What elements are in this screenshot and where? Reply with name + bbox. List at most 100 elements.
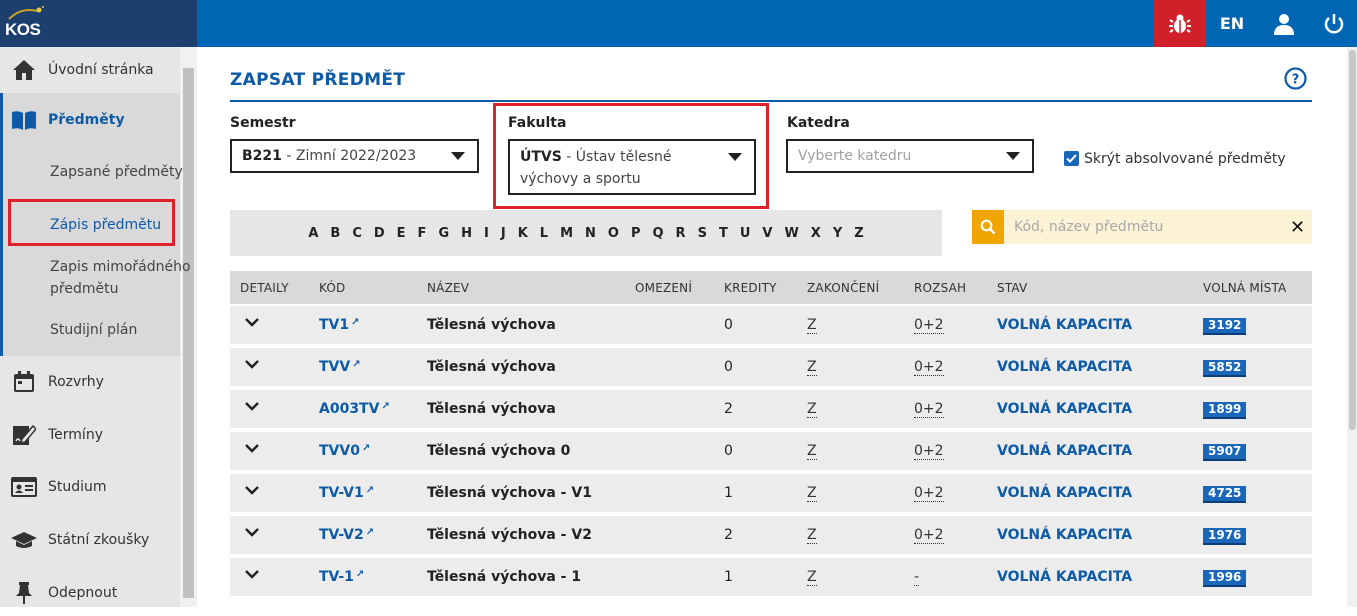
course-range[interactable]: 0+2 — [914, 527, 944, 544]
title-divider — [230, 100, 1312, 102]
sidebar-item-studium[interactable]: Studium — [0, 464, 180, 510]
alphabet-letter[interactable]: E — [391, 226, 412, 241]
search-icon[interactable] — [972, 210, 1004, 244]
semestr-select[interactable]: B221 - Zimní 2022/2023 — [230, 139, 479, 173]
hide-completed-label[interactable]: Skrýt absolvované předměty — [1084, 151, 1286, 167]
chevron-down-icon[interactable] — [245, 315, 259, 331]
course-completion[interactable]: Z — [807, 527, 817, 544]
chevron-down-icon[interactable] — [245, 441, 259, 457]
close-icon[interactable]: ✕ — [1290, 217, 1305, 238]
sidebar-item-label: Úvodní stránka — [48, 62, 154, 78]
course-status: VOLNÁ KAPACITA — [997, 359, 1133, 375]
header-kredity[interactable]: KREDITY — [724, 281, 777, 295]
sidebar-item-odepnout[interactable]: Odepnout — [0, 570, 180, 616]
course-completion[interactable]: Z — [807, 359, 817, 376]
hide-completed-checkbox[interactable] — [1064, 151, 1079, 166]
id-card-icon — [0, 477, 48, 497]
katedra-select[interactable]: Vyberte katedru — [786, 139, 1034, 173]
course-code-link[interactable]: TV-V1 ↗ — [319, 485, 374, 501]
alphabet-letter[interactable]: Z — [848, 226, 869, 241]
table-row: TV-V2 ↗ Tělesná výchova - V2 2 Z 0+2 VOLNÁ KAP… — [230, 516, 1312, 554]
course-range[interactable]: 0+2 — [914, 443, 944, 460]
user-button[interactable] — [1258, 0, 1310, 47]
course-completion[interactable]: Z — [807, 485, 817, 502]
header-omezeni: OMEZENÍ — [635, 281, 693, 295]
course-code-link[interactable]: TVV ↗ — [319, 359, 361, 375]
course-credits: 0 — [724, 317, 733, 333]
chevron-down-icon[interactable] — [245, 399, 259, 415]
course-status: VOLNÁ KAPACITA — [997, 527, 1133, 543]
logo[interactable]: KOS — [0, 0, 197, 47]
alphabet-letter[interactable]: B — [324, 226, 346, 241]
free-places-badge: 5852 — [1203, 360, 1247, 377]
page-scrollbar-thumb[interactable] — [1349, 50, 1356, 430]
course-completion[interactable]: Z — [807, 317, 817, 334]
alphabet-letter[interactable]: R — [670, 226, 692, 241]
course-code-link[interactable]: A003TV ↗ — [319, 401, 390, 417]
alphabet-letter[interactable]: F — [412, 226, 433, 241]
alphabet-letter[interactable]: V — [756, 226, 778, 241]
chevron-down-icon[interactable] — [245, 525, 259, 541]
help-icon[interactable]: ? — [1284, 67, 1307, 94]
course-range[interactable]: 0+2 — [914, 359, 944, 376]
alphabet-letter[interactable]: O — [602, 226, 625, 241]
course-name: Tělesná výchova - 1 — [427, 569, 582, 585]
language-button[interactable]: EN — [1206, 0, 1258, 47]
sidebar-scrollbar-thumb[interactable] — [183, 68, 194, 598]
sidebar-subitem-mimoradny[interactable]: Zapis mimořádného — [50, 256, 191, 278]
header-nazev[interactable]: NÁZEV — [427, 281, 469, 295]
course-range[interactable]: 0+2 — [914, 401, 944, 418]
sidebar-subitem-mimoradny-2[interactable]: předmětu — [50, 278, 118, 300]
logout-button[interactable] — [1310, 0, 1357, 47]
chevron-down-icon[interactable] — [245, 357, 259, 373]
alphabet-letter[interactable]: U — [734, 226, 757, 241]
course-range[interactable]: - — [914, 569, 920, 586]
sidebar-subitem-zapsane[interactable]: Zapsané předměty — [50, 161, 183, 183]
course-code-link[interactable]: TV-1 ↗ — [319, 569, 364, 585]
external-link-icon: ↗ — [352, 359, 361, 370]
alphabet-letter[interactable]: K — [512, 226, 534, 241]
alphabet-letter[interactable]: P — [625, 226, 647, 241]
alphabet-letter[interactable]: X — [805, 226, 827, 241]
course-name: Tělesná výchova - V2 — [427, 527, 592, 543]
alphabet-letter[interactable]: A — [302, 226, 324, 241]
alphabet-letter[interactable]: M — [554, 226, 579, 241]
sidebar-item-predmety[interactable]: Předměty — [0, 97, 180, 143]
alphabet-letter[interactable]: D — [368, 226, 391, 241]
sidebar-subitem-studijni-plan[interactable]: Studijní plán — [50, 319, 137, 341]
alphabet-letter[interactable]: T — [713, 226, 734, 241]
alphabet-letter[interactable]: N — [579, 226, 602, 241]
alphabet-letter[interactable]: Q — [646, 226, 669, 241]
sidebar-item-rozvrhy[interactable]: Rozvrhy — [0, 359, 180, 405]
chevron-down-icon — [451, 152, 465, 160]
alphabet-letter[interactable]: G — [432, 226, 455, 241]
alphabet-letter[interactable]: J — [495, 226, 512, 241]
course-range[interactable]: 0+2 — [914, 485, 944, 502]
course-code: TV-V2 — [319, 527, 364, 543]
alphabet-letter[interactable]: H — [455, 226, 478, 241]
search-input[interactable] — [1006, 210, 1286, 244]
chevron-down-icon[interactable] — [245, 483, 259, 499]
sidebar-item-statni-zkousky[interactable]: Státní zkoušky — [0, 517, 180, 563]
alphabet-letter[interactable]: Y — [827, 226, 848, 241]
alphabet-letter[interactable]: L — [534, 226, 554, 241]
alphabet-letter[interactable]: S — [692, 226, 713, 241]
sidebar-item-terminy[interactable]: Termíny — [0, 412, 180, 458]
course-code-link[interactable]: TVV0 ↗ — [319, 443, 370, 459]
course-code-link[interactable]: TV1 ↗ — [319, 317, 360, 333]
free-places-badge: 1996 — [1203, 570, 1247, 587]
course-completion[interactable]: Z — [807, 401, 817, 418]
book-icon — [0, 110, 48, 130]
course-credits: 2 — [724, 401, 733, 417]
alphabet-letter[interactable]: W — [778, 226, 804, 241]
course-completion[interactable]: Z — [807, 443, 817, 460]
alphabet-letter[interactable]: I — [478, 226, 495, 241]
header-kod[interactable]: KÓD — [319, 281, 346, 295]
report-bug-button[interactable] — [1153, 0, 1206, 47]
course-completion[interactable]: Z — [807, 569, 817, 586]
sidebar-item-home[interactable]: Úvodní stránka — [0, 47, 180, 93]
alphabet-letter[interactable]: C — [346, 226, 368, 241]
chevron-down-icon[interactable] — [245, 567, 259, 583]
course-range[interactable]: 0+2 — [914, 317, 944, 334]
course-code-link[interactable]: TV-V2 ↗ — [319, 527, 374, 543]
